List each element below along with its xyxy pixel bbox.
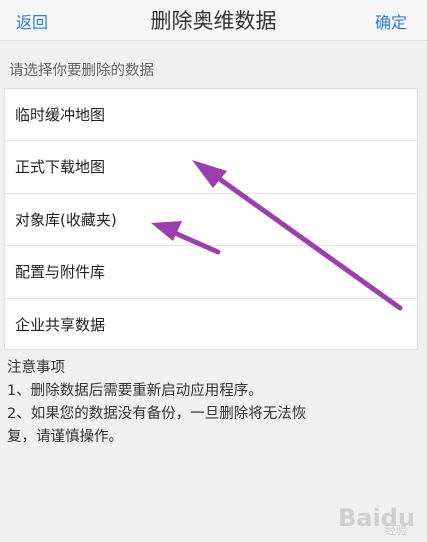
- list-item-label: 对象库(收藏夹): [15, 210, 117, 229]
- selection-prompt: 请选择你要删除的数据: [9, 63, 154, 79]
- list-item-downloaded-map[interactable]: 正式下载地图: [5, 141, 417, 194]
- note-line: 2、如果您的数据没有备份，一旦删除将无法恢: [7, 406, 307, 422]
- list-item-enterprise-shared[interactable]: 企业共享数据: [5, 299, 417, 351]
- list-item-label: 企业共享数据: [15, 315, 106, 334]
- notes-section: 注意事项 1、删除数据后需要重新启动应用程序。 2、如果您的数据没有备份，一旦删…: [7, 357, 417, 449]
- confirm-button[interactable]: 确定: [375, 9, 407, 33]
- data-type-list: 临时缓冲地图 正式下载地图 对象库(收藏夹) 配置与附件库 企业共享数据: [4, 88, 418, 350]
- watermark-caption: 经验: [385, 524, 407, 537]
- list-item-object-library[interactable]: 对象库(收藏夹): [5, 194, 417, 247]
- page-title: 删除奥维数据: [150, 9, 277, 33]
- list-item-config-attachment[interactable]: 配置与附件库: [5, 246, 417, 299]
- notes-title: 注意事项: [7, 360, 65, 376]
- list-item-label: 正式下载地图: [15, 158, 106, 177]
- header-bar: 返回 删除奥维数据 确定: [0, 0, 427, 41]
- note-line: 复，请谨慎操作。: [7, 429, 123, 445]
- list-item-label: 配置与附件库: [15, 263, 106, 282]
- list-item-label: 临时缓冲地图: [15, 106, 106, 124]
- list-item-temp-cache-map[interactable]: 临时缓冲地图: [5, 89, 417, 142]
- note-line: 1、删除数据后需要重新启动应用程序。: [7, 383, 263, 399]
